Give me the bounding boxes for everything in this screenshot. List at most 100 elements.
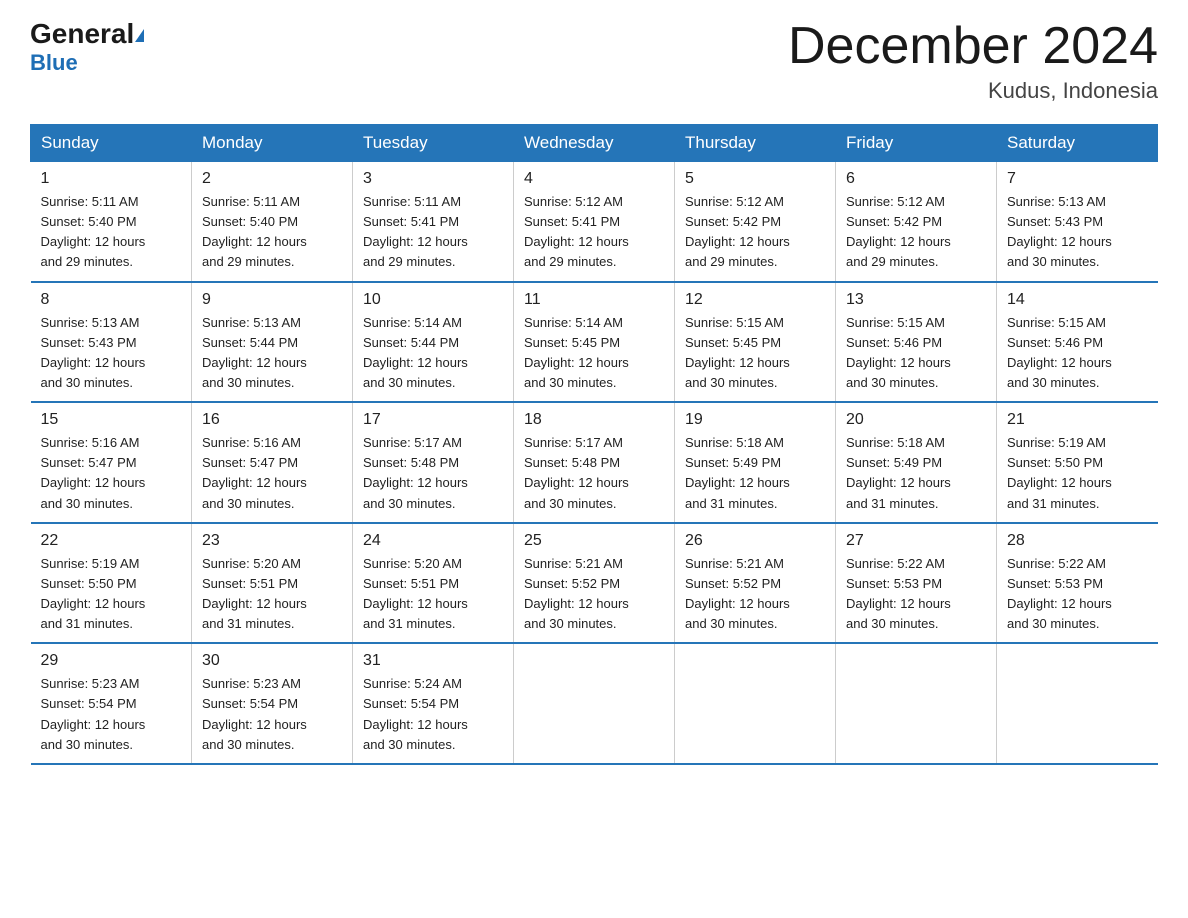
day-number: 31 <box>363 652 503 670</box>
day-info: Sunrise: 5:15 AM Sunset: 5:45 PM Dayligh… <box>685 313 825 394</box>
logo-general: General <box>30 18 134 49</box>
calendar-cell: 2 Sunrise: 5:11 AM Sunset: 5:40 PM Dayli… <box>192 162 353 282</box>
calendar-week-3: 15 Sunrise: 5:16 AM Sunset: 5:47 PM Dayl… <box>31 402 1158 523</box>
day-number: 1 <box>41 170 182 188</box>
day-info: Sunrise: 5:14 AM Sunset: 5:44 PM Dayligh… <box>363 313 503 394</box>
calendar-cell <box>514 643 675 764</box>
calendar-cell: 14 Sunrise: 5:15 AM Sunset: 5:46 PM Dayl… <box>997 282 1158 403</box>
day-number: 6 <box>846 170 986 188</box>
day-info: Sunrise: 5:17 AM Sunset: 5:48 PM Dayligh… <box>524 433 664 514</box>
day-number: 7 <box>1007 170 1148 188</box>
day-info: Sunrise: 5:18 AM Sunset: 5:49 PM Dayligh… <box>846 433 986 514</box>
day-info: Sunrise: 5:20 AM Sunset: 5:51 PM Dayligh… <box>363 554 503 635</box>
calendar-cell: 18 Sunrise: 5:17 AM Sunset: 5:48 PM Dayl… <box>514 402 675 523</box>
day-info: Sunrise: 5:22 AM Sunset: 5:53 PM Dayligh… <box>1007 554 1148 635</box>
calendar-cell: 21 Sunrise: 5:19 AM Sunset: 5:50 PM Dayl… <box>997 402 1158 523</box>
calendar-cell <box>997 643 1158 764</box>
day-number: 4 <box>524 170 664 188</box>
day-info: Sunrise: 5:11 AM Sunset: 5:41 PM Dayligh… <box>363 192 503 273</box>
day-number: 13 <box>846 291 986 309</box>
day-info: Sunrise: 5:13 AM Sunset: 5:44 PM Dayligh… <box>202 313 342 394</box>
col-friday: Friday <box>836 125 997 162</box>
day-number: 16 <box>202 411 342 429</box>
calendar-cell: 7 Sunrise: 5:13 AM Sunset: 5:43 PM Dayli… <box>997 162 1158 282</box>
title-area: December 2024 Kudus, Indonesia <box>788 20 1158 104</box>
day-info: Sunrise: 5:23 AM Sunset: 5:54 PM Dayligh… <box>202 674 342 755</box>
day-number: 26 <box>685 532 825 550</box>
calendar-cell: 3 Sunrise: 5:11 AM Sunset: 5:41 PM Dayli… <box>353 162 514 282</box>
col-sunday: Sunday <box>31 125 192 162</box>
day-info: Sunrise: 5:12 AM Sunset: 5:42 PM Dayligh… <box>685 192 825 273</box>
day-info: Sunrise: 5:13 AM Sunset: 5:43 PM Dayligh… <box>41 313 182 394</box>
calendar-week-5: 29 Sunrise: 5:23 AM Sunset: 5:54 PM Dayl… <box>31 643 1158 764</box>
day-info: Sunrise: 5:19 AM Sunset: 5:50 PM Dayligh… <box>1007 433 1148 514</box>
calendar-cell: 15 Sunrise: 5:16 AM Sunset: 5:47 PM Dayl… <box>31 402 192 523</box>
day-info: Sunrise: 5:15 AM Sunset: 5:46 PM Dayligh… <box>846 313 986 394</box>
col-thursday: Thursday <box>675 125 836 162</box>
calendar-cell: 24 Sunrise: 5:20 AM Sunset: 5:51 PM Dayl… <box>353 523 514 644</box>
day-info: Sunrise: 5:16 AM Sunset: 5:47 PM Dayligh… <box>41 433 182 514</box>
calendar-cell <box>836 643 997 764</box>
day-number: 22 <box>41 532 182 550</box>
day-info: Sunrise: 5:17 AM Sunset: 5:48 PM Dayligh… <box>363 433 503 514</box>
day-info: Sunrise: 5:15 AM Sunset: 5:46 PM Dayligh… <box>1007 313 1148 394</box>
day-number: 15 <box>41 411 182 429</box>
day-info: Sunrise: 5:12 AM Sunset: 5:41 PM Dayligh… <box>524 192 664 273</box>
page-header: General Blue December 2024 Kudus, Indone… <box>30 20 1158 104</box>
calendar-cell: 8 Sunrise: 5:13 AM Sunset: 5:43 PM Dayli… <box>31 282 192 403</box>
calendar-cell: 6 Sunrise: 5:12 AM Sunset: 5:42 PM Dayli… <box>836 162 997 282</box>
calendar-body: 1 Sunrise: 5:11 AM Sunset: 5:40 PM Dayli… <box>31 162 1158 764</box>
day-info: Sunrise: 5:16 AM Sunset: 5:47 PM Dayligh… <box>202 433 342 514</box>
logo: General Blue <box>30 20 144 76</box>
day-info: Sunrise: 5:24 AM Sunset: 5:54 PM Dayligh… <box>363 674 503 755</box>
day-number: 9 <box>202 291 342 309</box>
day-info: Sunrise: 5:19 AM Sunset: 5:50 PM Dayligh… <box>41 554 182 635</box>
day-info: Sunrise: 5:11 AM Sunset: 5:40 PM Dayligh… <box>41 192 182 273</box>
calendar-cell: 23 Sunrise: 5:20 AM Sunset: 5:51 PM Dayl… <box>192 523 353 644</box>
calendar-cell: 25 Sunrise: 5:21 AM Sunset: 5:52 PM Dayl… <box>514 523 675 644</box>
day-number: 27 <box>846 532 986 550</box>
calendar-cell <box>675 643 836 764</box>
calendar-cell: 22 Sunrise: 5:19 AM Sunset: 5:50 PM Dayl… <box>31 523 192 644</box>
day-number: 24 <box>363 532 503 550</box>
calendar-table: Sunday Monday Tuesday Wednesday Thursday… <box>30 124 1158 765</box>
day-number: 3 <box>363 170 503 188</box>
location: Kudus, Indonesia <box>788 78 1158 104</box>
calendar-cell: 4 Sunrise: 5:12 AM Sunset: 5:41 PM Dayli… <box>514 162 675 282</box>
calendar-cell: 28 Sunrise: 5:22 AM Sunset: 5:53 PM Dayl… <box>997 523 1158 644</box>
header-row: Sunday Monday Tuesday Wednesday Thursday… <box>31 125 1158 162</box>
day-number: 5 <box>685 170 825 188</box>
logo-subtitle: Blue <box>30 50 78 76</box>
calendar-week-2: 8 Sunrise: 5:13 AM Sunset: 5:43 PM Dayli… <box>31 282 1158 403</box>
day-number: 12 <box>685 291 825 309</box>
calendar-cell: 5 Sunrise: 5:12 AM Sunset: 5:42 PM Dayli… <box>675 162 836 282</box>
calendar-header: Sunday Monday Tuesday Wednesday Thursday… <box>31 125 1158 162</box>
calendar-cell: 30 Sunrise: 5:23 AM Sunset: 5:54 PM Dayl… <box>192 643 353 764</box>
day-number: 29 <box>41 652 182 670</box>
col-saturday: Saturday <box>997 125 1158 162</box>
month-title: December 2024 <box>788 20 1158 72</box>
logo-text: General <box>30 20 144 48</box>
day-info: Sunrise: 5:11 AM Sunset: 5:40 PM Dayligh… <box>202 192 342 273</box>
day-number: 2 <box>202 170 342 188</box>
day-number: 11 <box>524 291 664 309</box>
calendar-cell: 26 Sunrise: 5:21 AM Sunset: 5:52 PM Dayl… <box>675 523 836 644</box>
calendar-cell: 31 Sunrise: 5:24 AM Sunset: 5:54 PM Dayl… <box>353 643 514 764</box>
col-wednesday: Wednesday <box>514 125 675 162</box>
day-info: Sunrise: 5:21 AM Sunset: 5:52 PM Dayligh… <box>685 554 825 635</box>
calendar-cell: 27 Sunrise: 5:22 AM Sunset: 5:53 PM Dayl… <box>836 523 997 644</box>
day-info: Sunrise: 5:22 AM Sunset: 5:53 PM Dayligh… <box>846 554 986 635</box>
day-number: 28 <box>1007 532 1148 550</box>
day-number: 25 <box>524 532 664 550</box>
logo-triangle-icon <box>135 29 144 42</box>
day-number: 30 <box>202 652 342 670</box>
col-monday: Monday <box>192 125 353 162</box>
calendar-cell: 9 Sunrise: 5:13 AM Sunset: 5:44 PM Dayli… <box>192 282 353 403</box>
calendar-cell: 16 Sunrise: 5:16 AM Sunset: 5:47 PM Dayl… <box>192 402 353 523</box>
calendar-cell: 12 Sunrise: 5:15 AM Sunset: 5:45 PM Dayl… <box>675 282 836 403</box>
calendar-cell: 11 Sunrise: 5:14 AM Sunset: 5:45 PM Dayl… <box>514 282 675 403</box>
day-info: Sunrise: 5:14 AM Sunset: 5:45 PM Dayligh… <box>524 313 664 394</box>
day-number: 8 <box>41 291 182 309</box>
calendar-cell: 20 Sunrise: 5:18 AM Sunset: 5:49 PM Dayl… <box>836 402 997 523</box>
day-number: 18 <box>524 411 664 429</box>
